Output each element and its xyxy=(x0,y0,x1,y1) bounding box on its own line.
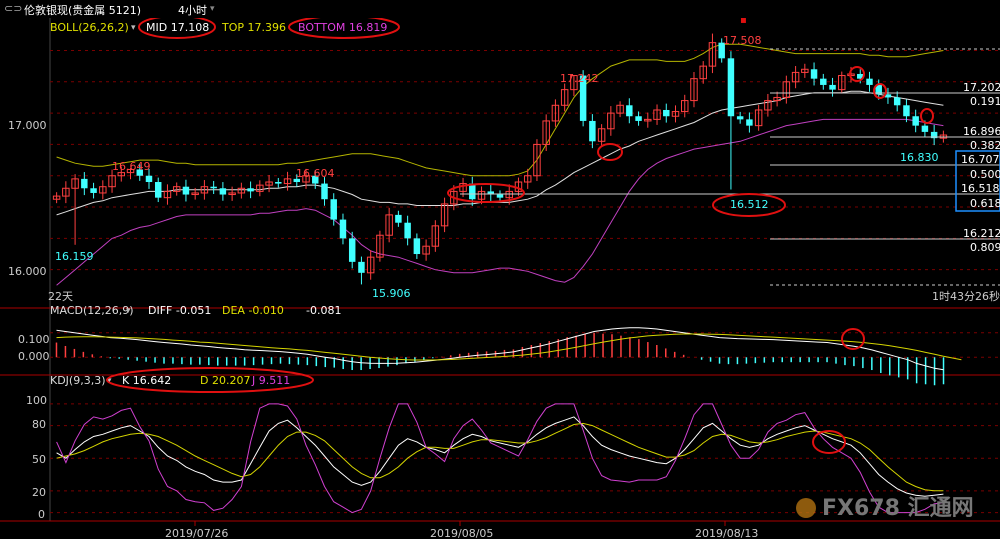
date-label: 2019/08/05 xyxy=(430,527,493,539)
kdj-k-line xyxy=(56,416,944,497)
boll-panel: BOLL(26,26,2) ▾ MID 17.108 TOP 17.396 BO… xyxy=(0,18,1000,522)
fib-ratio: 0.191 xyxy=(970,95,1000,108)
kdj-tick: 80 xyxy=(32,418,46,431)
boll-mid-label: MID 17.108 xyxy=(146,21,209,34)
boll-bottom-label: BOTTOM 16.819 xyxy=(298,21,387,34)
chevron-down-icon: ▾ xyxy=(131,23,136,33)
candle-body xyxy=(182,186,190,195)
candle-body xyxy=(330,199,337,220)
fib-price: 16.707 xyxy=(961,153,1000,166)
macd-diff-line xyxy=(56,327,944,371)
fib-ratio: 0.618 xyxy=(970,197,1000,210)
candle-body xyxy=(275,182,282,184)
fib-ratio: 0.382 xyxy=(970,139,1000,152)
candle-body xyxy=(746,119,753,126)
candle-body xyxy=(663,109,670,117)
kdj-tick: 50 xyxy=(32,453,46,466)
high-label: 16.604 xyxy=(296,167,335,180)
high-label: 17.508 xyxy=(723,34,762,47)
candle-body xyxy=(469,183,476,200)
candle-body xyxy=(358,261,365,273)
x-axis: 2019/07/26 2019/08/05 2019/08/13 xyxy=(165,521,758,539)
candle-body xyxy=(893,97,901,106)
high-label: 17.242 xyxy=(560,72,599,85)
chart-canvas[interactable]: BOLL(26,26,2) ▾ MID 17.108 TOP 17.396 BO… xyxy=(0,18,1000,539)
annotation-circle xyxy=(597,143,623,161)
boll-top-line xyxy=(56,43,944,177)
annotation-circle xyxy=(920,108,934,124)
title-bar: ⊂⊃ 伦敦银现(贵金属 5121) 4小时 ▾ xyxy=(0,0,1000,18)
candle-body xyxy=(321,183,328,200)
macd-tick: 0.000 xyxy=(18,350,50,363)
candle-body xyxy=(154,182,162,198)
high-label: 16.649 xyxy=(112,160,151,173)
candle-body xyxy=(820,78,827,85)
candle-body xyxy=(912,116,919,126)
marker-dot: ▪ xyxy=(740,18,747,26)
low-label: 15.906 xyxy=(372,287,411,300)
timeframe-selector[interactable]: 4小时 xyxy=(178,2,207,18)
fib-price: 17.202 xyxy=(963,81,1000,94)
candle-body xyxy=(635,116,642,121)
candle-body xyxy=(496,194,504,198)
candle-body xyxy=(921,125,929,132)
price-tick: 16.000 xyxy=(8,265,47,278)
period-label: 22天 xyxy=(48,290,73,303)
watermark-logo: FX678 汇通网 xyxy=(796,496,974,521)
kdj-tick: 20 xyxy=(32,486,46,499)
annotation-circle xyxy=(812,430,846,454)
candle-body xyxy=(810,69,818,79)
candle-body xyxy=(247,188,254,192)
kdj-header: KDJ(9,3,3) xyxy=(50,374,106,387)
candle-body xyxy=(404,222,411,239)
candle-body xyxy=(727,58,735,117)
chevron-down-icon[interactable]: ▾ xyxy=(210,4,215,14)
boll-header: BOLL(26,26,2) xyxy=(50,21,129,34)
kdj-d: D 20.207 xyxy=(200,374,250,387)
countdown-label: 1时43分26秒 xyxy=(932,289,1000,303)
candle-body xyxy=(90,188,97,193)
watermark-text: FX678 汇通网 xyxy=(822,496,974,521)
fib-price: 16.212 xyxy=(963,227,1000,240)
candle-body xyxy=(866,78,873,85)
candle-body xyxy=(903,105,910,117)
low-label: 16.830 xyxy=(900,151,939,164)
instrument-title[interactable]: 伦敦银现(贵金属 5121) xyxy=(24,2,141,18)
candle-body xyxy=(626,105,633,117)
candle-body xyxy=(145,175,153,183)
candle-body xyxy=(219,188,227,195)
kdj-tick: 0 xyxy=(38,508,45,521)
date-label: 2019/07/26 xyxy=(165,527,228,539)
kdj-tick: 100 xyxy=(26,394,47,407)
kdj-j: J 9.511 xyxy=(251,374,290,387)
boll-top-label: TOP 17.396 xyxy=(221,21,286,34)
macd-dea: DEA -0.010 xyxy=(222,304,284,317)
macd-diff: DIFF -0.051 xyxy=(148,304,211,317)
candle-body xyxy=(413,238,421,255)
candle-body xyxy=(589,120,596,142)
date-label: 2019/08/13 xyxy=(695,527,758,539)
macd-tick: 0.100 xyxy=(18,333,50,346)
candle-body xyxy=(210,186,217,189)
macd-value: -0.081 xyxy=(306,304,341,317)
macd-dea-line xyxy=(56,333,962,361)
low-label: 16.512 xyxy=(730,198,769,211)
kdj-d-line xyxy=(56,422,944,492)
candle-body xyxy=(829,84,836,90)
candle-body xyxy=(736,116,744,120)
candle-body xyxy=(81,178,88,189)
fib-price: 16.518 xyxy=(961,182,1000,195)
kdj-k: K 16.642 xyxy=(122,374,171,387)
macd-header: MACD(12,26,9) xyxy=(50,304,134,317)
price-tick: 17.000 xyxy=(8,119,47,132)
candle-body xyxy=(395,214,402,223)
fib-price: 16.896 xyxy=(963,125,1000,138)
menu-icon[interactable]: ⊂⊃ xyxy=(4,2,22,15)
fib-ratio: 0.809 xyxy=(970,241,1000,254)
fib-ratio: 0.500 xyxy=(970,168,1000,181)
chevron-down-icon: ▾ xyxy=(126,306,131,316)
candle-body xyxy=(348,238,356,262)
candle-body xyxy=(339,219,347,239)
low-label: 16.159 xyxy=(55,250,94,263)
